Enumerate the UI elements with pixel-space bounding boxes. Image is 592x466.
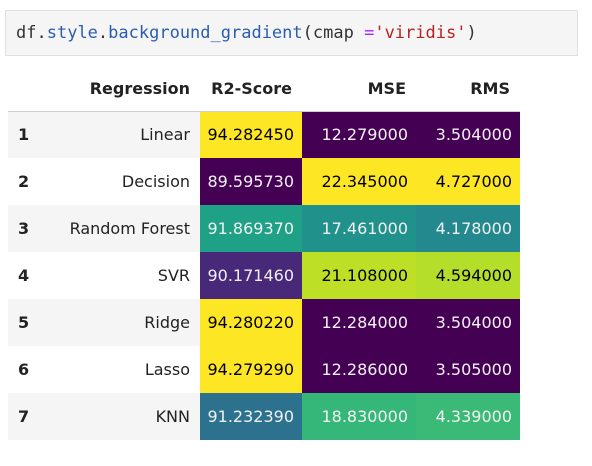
cell-regression: Decision [121,172,190,191]
code-token-close-paren: ) [466,23,477,43]
cell-r2-score: 94.279290 [200,346,302,393]
row-index: 4 [18,266,30,285]
cell-r2-score: 94.280220 [200,299,302,346]
cell-rms: 3.504000 [416,299,520,346]
code-token-equals: = [364,23,375,43]
code-token-open-paren: ( [302,23,313,43]
table-row: 5 Ridge 94.280220 12.284000 3.504000 [8,299,520,346]
header-rms: RMS [470,78,510,98]
table-row: 7 KNN 91.232390 18.830000 4.339000 [8,393,520,440]
table-row: 1 Linear 94.282450 12.279000 3.504000 [8,111,520,158]
code-token-string: 'viridis' [374,23,467,43]
code-token-dot: . [97,23,109,43]
cell-mse: 12.286000 [302,346,416,393]
row-index: 3 [18,219,30,238]
cell-r2-score: 91.232390 [200,393,302,440]
cell-rms: 4.178000 [416,205,520,252]
row-index: 5 [18,313,30,332]
cell-rms: 3.505000 [416,346,520,393]
table-row: 3 Random Forest 91.869370 17.461000 4.17… [8,205,520,252]
cell-r2-score: 91.869370 [200,205,302,252]
cell-mse: 22.345000 [302,158,416,205]
cell-rms: 4.339000 [416,393,520,440]
cell-regression: SVR [157,266,190,285]
row-index: 1 [18,125,30,145]
code-token-style: style [46,23,98,43]
cell-mse: 21.108000 [302,252,416,299]
cell-mse: 12.284000 [302,299,416,346]
cell-r2-score: 94.282450 [200,111,302,158]
table-row: 2 Decision 89.595730 22.345000 4.727000 [8,158,520,205]
table-header-row: Regression R2-Score MSE RMS [8,66,520,111]
cell-rms: 3.504000 [416,111,520,158]
code-token-arg: cmap [312,23,365,43]
cell-regression: KNN [155,407,190,426]
header-index [8,66,42,111]
row-index: 2 [18,172,30,191]
header-r2-score: R2-Score [211,78,292,98]
code-token-method: background_gradient [108,23,303,43]
cell-r2-score: 89.595730 [200,158,302,205]
row-index: 6 [18,360,30,379]
cell-rms: 4.594000 [416,252,520,299]
dataframe-table: Regression R2-Score MSE RMS 1 Linear 94.… [8,66,520,440]
row-index: 7 [18,407,30,426]
cell-regression: Ridge [144,313,190,332]
cell-regression: Linear [140,125,190,145]
header-mse: MSE [367,78,406,98]
cell-regression: Random Forest [69,219,190,238]
code-token-df: df [16,23,37,43]
header-regression: Regression [89,78,190,98]
cell-mse: 12.279000 [302,111,416,158]
table-row: 6 Lasso 94.279290 12.286000 3.505000 [8,346,520,393]
code-token-dot: . [36,23,47,43]
table-row: 4 SVR 90.171460 21.108000 4.594000 [8,252,520,299]
code-cell[interactable]: df. style. background_gradient(cmap ='viri… [5,10,578,56]
cell-mse: 18.830000 [302,393,416,440]
cell-mse: 17.461000 [302,205,416,252]
cell-rms: 4.727000 [416,158,520,205]
cell-regression: Lasso [144,360,190,379]
cell-r2-score: 90.171460 [200,252,302,299]
